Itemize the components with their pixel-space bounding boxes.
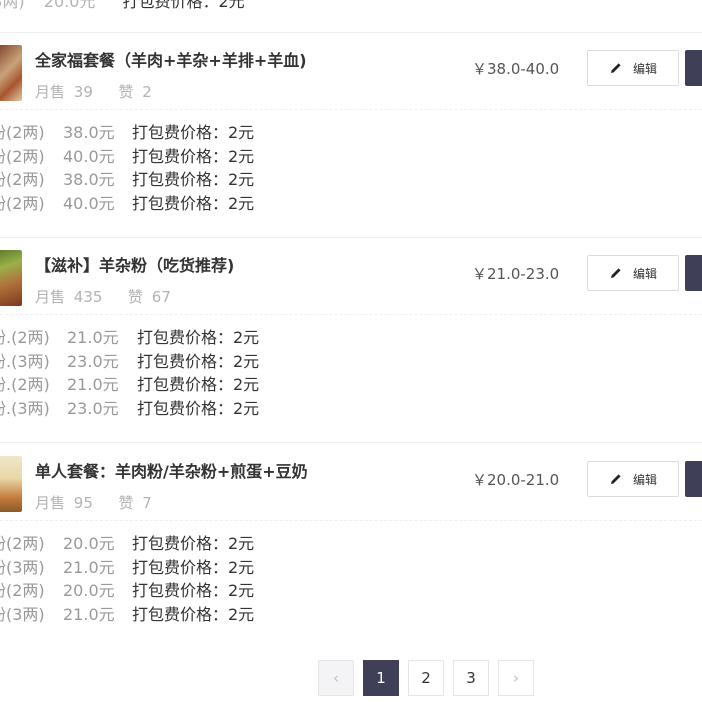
spec-name: 粉(2两) (0, 146, 45, 166)
divider (0, 109, 702, 110)
dish-thumbnail (0, 45, 22, 101)
dish-item: 单人套餐：羊肉粉/羊杂粉+煎蛋+豆奶 月售 95 赞 7 ￥20.0-21.0 … (0, 444, 702, 644)
spec-price: 21.0元 (67, 375, 119, 394)
spec-price: 40.0元 (63, 146, 115, 166)
dish-price-range: ￥38.0-40.0 (472, 60, 560, 78)
spec-price: 20.0元 (43, 0, 96, 11)
pack-fee: 打包费价格：2元 (132, 193, 255, 213)
spec-name: 粉.(3两) (0, 351, 50, 371)
pack-fee: 打包费价格：2元 (132, 534, 255, 553)
likes-label: 赞 (118, 494, 134, 512)
dish-stats: 月售 95 赞 7 (35, 492, 152, 513)
prev-page-button[interactable]: ‹ (318, 660, 354, 696)
edit-label: 编辑 (632, 472, 657, 487)
pack-fee: 打包费价格：2元 (132, 146, 255, 166)
dish-thumbnail (0, 250, 22, 306)
pack-fee: 打包费价格：2元 (132, 123, 255, 142)
spec-name: (3两) (0, 0, 25, 11)
spec-name: 粉(2两) (0, 170, 45, 189)
divider (0, 442, 702, 443)
pack-fee: 打包费价格：2元 (132, 581, 255, 600)
likes-count: 67 (151, 288, 171, 306)
spec-price: 21.0元 (63, 557, 115, 577)
edit-button[interactable]: 编辑 (587, 461, 679, 497)
more-button[interactable] (685, 255, 702, 291)
spec-price: 23.0元 (67, 351, 119, 371)
pack-fee: 打包费价格：2元 (137, 375, 260, 394)
spec-price: 38.0元 (63, 123, 115, 142)
dish-stats: 月售 39 赞 2 (35, 81, 152, 102)
dish-thumbnail (0, 456, 22, 512)
spec-name: 粉(2两) (0, 193, 45, 213)
pack-fee: 打包费价格：2元 (137, 398, 260, 418)
dish-stats: 月售 435 赞 67 (35, 286, 171, 307)
spec-price: 20.0元 (63, 581, 115, 600)
likes-count: 7 (142, 494, 152, 512)
sales-count: 39 (73, 83, 93, 101)
pack-fee: 打包费价格：2元 (132, 604, 255, 624)
dish-name: 单人套餐：羊肉粉/羊杂粉+煎蛋+豆奶 (35, 462, 308, 481)
dish-name: 全家福套餐（羊肉+羊杂+羊排+羊血) (35, 51, 307, 70)
spec-price: 21.0元 (63, 604, 115, 624)
likes-count: 2 (142, 83, 152, 101)
spec-name: 粉.(3两) (0, 398, 50, 418)
sales-label: 月售 (35, 494, 66, 512)
edit-label: 编辑 (632, 266, 657, 281)
sales-label: 月售 (35, 288, 66, 306)
pencil-icon (610, 474, 621, 484)
dish-price-range: ￥20.0-21.0 (472, 471, 560, 489)
edit-label: 编辑 (632, 61, 657, 76)
pack-fee: 打包费价格：2元 (132, 170, 255, 189)
spec-name: 粉(3两) (0, 557, 45, 577)
spec-name: 粉(3两) (0, 604, 45, 624)
spec-price: 40.0元 (63, 193, 115, 213)
likes-label: 赞 (118, 83, 134, 101)
edit-button[interactable]: 编辑 (587, 50, 679, 86)
dish-item: 【滋补】羊杂粉（吃货推荐) 月售 435 赞 67 ￥21.0-23.0 编辑 … (0, 238, 702, 444)
more-button[interactable] (685, 50, 702, 86)
next-page-button[interactable]: › (498, 660, 534, 696)
page-button-3[interactable]: 3 (453, 660, 489, 696)
pack-fee: 打包费价格：2元 (137, 351, 260, 371)
spec-price: 20.0元 (63, 534, 115, 553)
page-button-2[interactable]: 2 (408, 660, 444, 696)
dish-item: 全家福套餐（羊肉+羊杂+羊排+羊血) 月售 39 赞 2 ￥38.0-40.0 … (0, 33, 702, 238)
spec-price: 38.0元 (63, 170, 115, 189)
dish-price-range: ￥21.0-23.0 (472, 265, 560, 283)
divider (0, 520, 702, 521)
spec-row-partial: (3两) 20.0元 打包费价格：2元 (0, 0, 245, 11)
pack-fee: 打包费价格：2元 (122, 0, 245, 11)
likes-label: 赞 (128, 288, 144, 306)
pagination: ‹ 1 2 3 › (318, 660, 543, 696)
spec-price: 21.0元 (67, 328, 119, 347)
divider (0, 314, 702, 315)
spec-name: 粉(2两) (0, 123, 45, 142)
sales-label: 月售 (35, 83, 66, 101)
more-button[interactable] (685, 461, 702, 497)
spec-name: 粉(2两) (0, 534, 45, 553)
spec-price: 23.0元 (67, 398, 119, 418)
page-button-1[interactable]: 1 (363, 660, 399, 696)
pencil-icon (610, 268, 621, 278)
spec-name: 粉.(2两) (0, 375, 50, 394)
sales-count: 435 (73, 288, 103, 306)
dish-name: 【滋补】羊杂粉（吃货推荐) (35, 256, 235, 275)
sales-count: 95 (73, 494, 93, 512)
spec-name: 粉(2两) (0, 581, 45, 600)
edit-button[interactable]: 编辑 (587, 255, 679, 291)
pack-fee: 打包费价格：2元 (137, 328, 260, 347)
pack-fee: 打包费价格：2元 (132, 557, 255, 577)
pencil-icon (610, 63, 621, 73)
spec-name: 粉.(2两) (0, 328, 50, 347)
